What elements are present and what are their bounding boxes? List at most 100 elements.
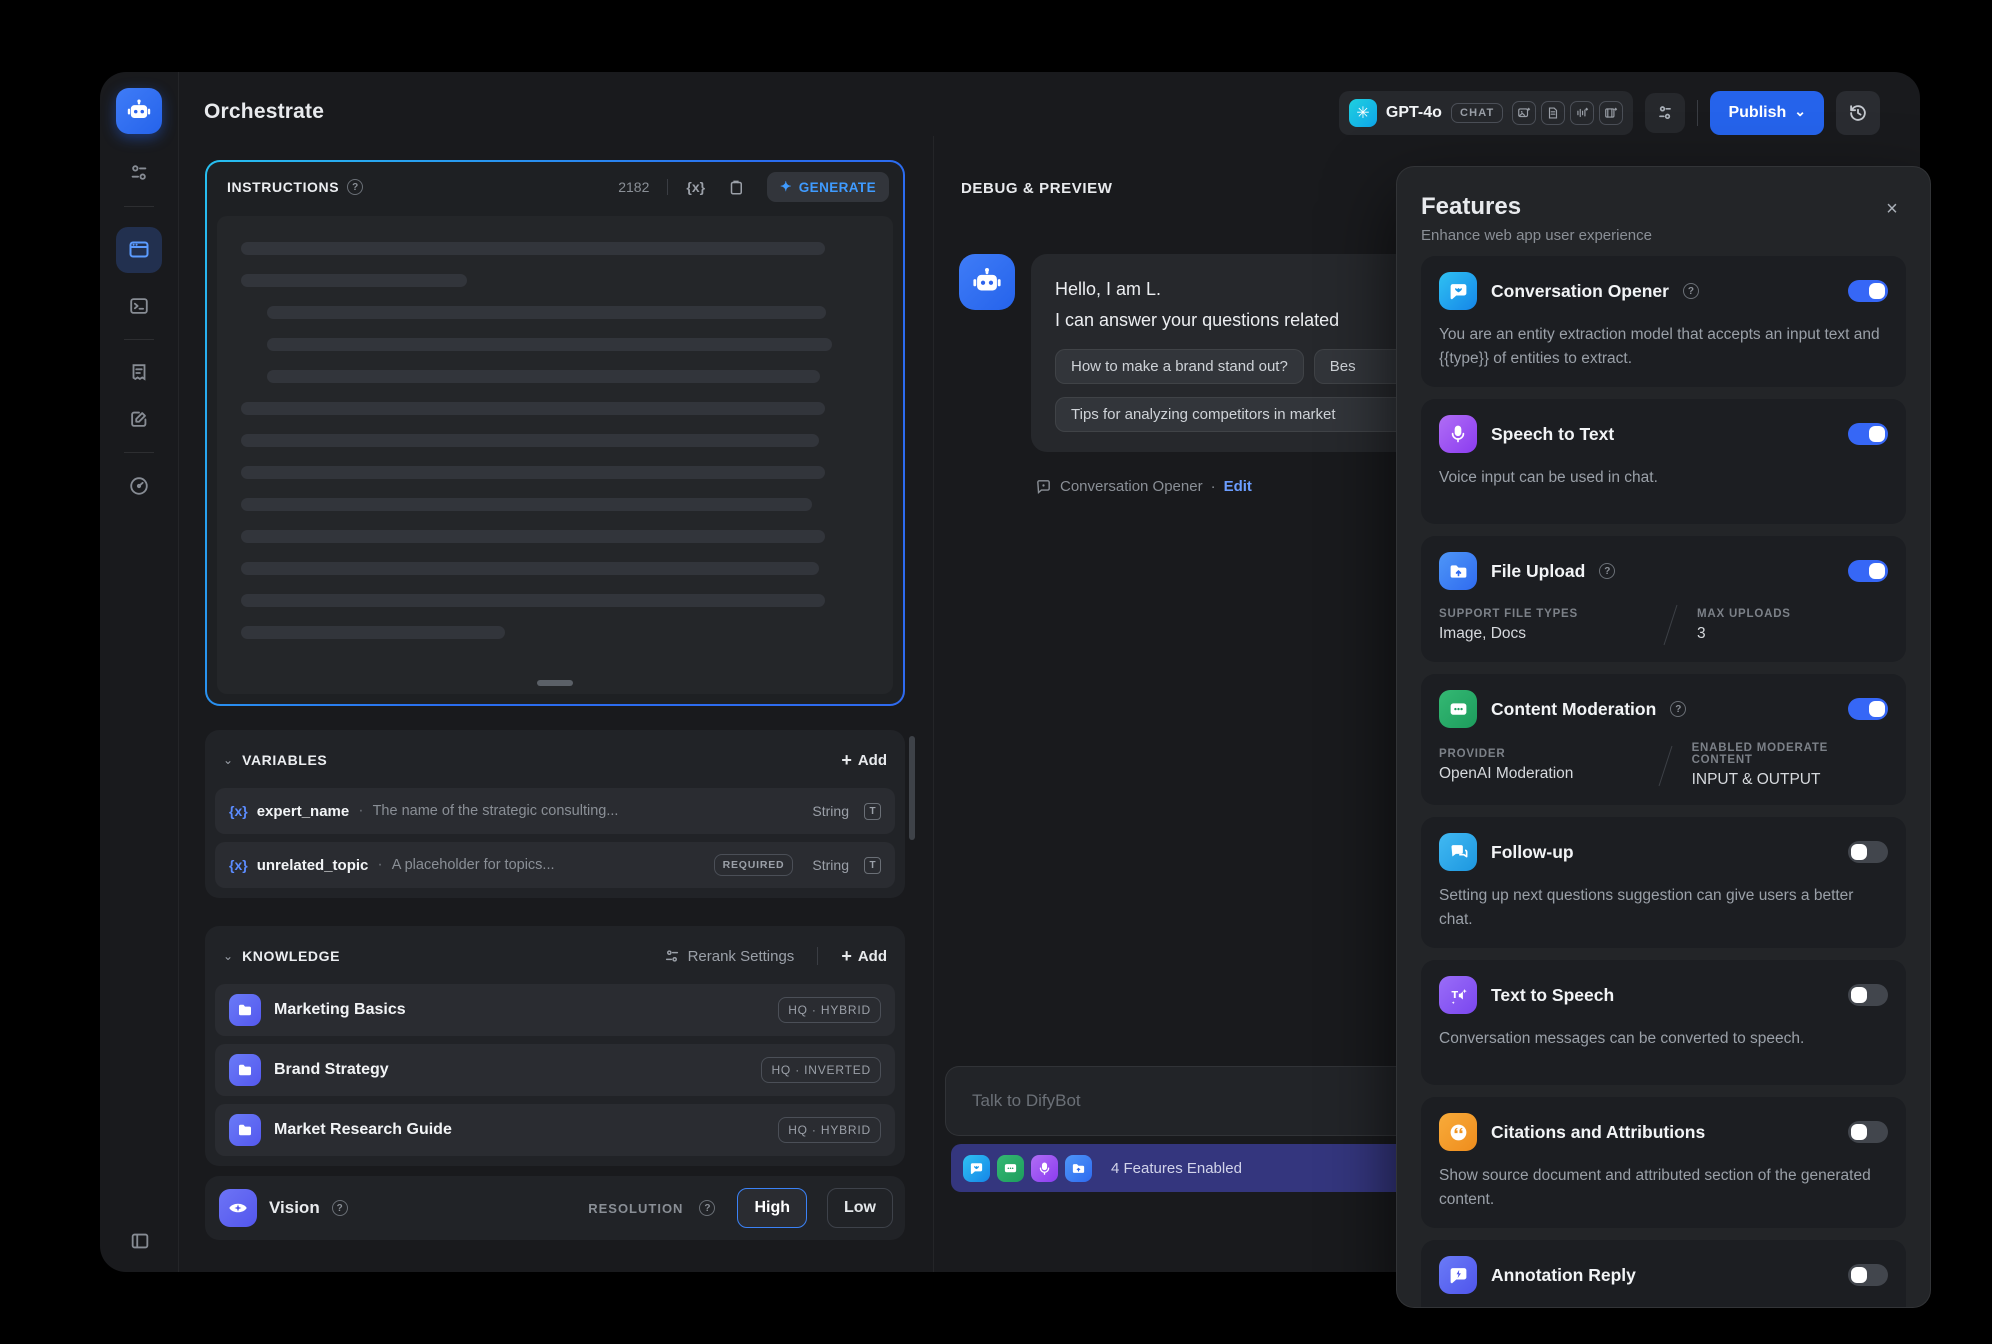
feature-card-content-moderation: Content Moderation ? PROVIDER OpenAI Mod… <box>1421 674 1906 805</box>
skeleton-line <box>241 626 505 639</box>
openai-logo-icon: ✳ <box>1349 99 1377 127</box>
variables-title: VARIABLES <box>242 752 327 768</box>
header-actions: ✳ GPT-4o CHAT Publish ⌄ <box>1339 91 1880 135</box>
resolution-label: RESOLUTION <box>588 1201 683 1216</box>
citations-toggle[interactable] <box>1848 1121 1888 1143</box>
vision-section: Vision ? RESOLUTION ? High Low <box>205 1176 905 1240</box>
feature-title: Annotation Reply <box>1491 1265 1636 1286</box>
help-icon[interactable]: ? <box>1670 701 1686 717</box>
features-title: Features <box>1421 193 1906 221</box>
file-upload-icon <box>1439 552 1477 590</box>
model-parameters-button[interactable] <box>1645 93 1685 133</box>
follow-up-icon <box>1439 833 1477 871</box>
sidebar-item-monitoring[interactable] <box>126 473 152 499</box>
text-to-speech-icon: T <box>1439 976 1477 1014</box>
feature-description: Show source document and attributed sect… <box>1439 1164 1888 1212</box>
resolution-high-button[interactable]: High <box>737 1188 807 1228</box>
model-selector[interactable]: ✳ GPT-4o CHAT <box>1339 91 1634 135</box>
variable-token-icon: {x} <box>229 803 248 819</box>
instructions-panel: INSTRUCTIONS ? 2182 {x} ✦ GENERATE <box>205 160 905 706</box>
sidebar-item-orchestrate[interactable] <box>116 227 162 273</box>
screen: Orchestrate ✳ GPT-4o CHAT Publish ⌄ <box>0 0 1992 1344</box>
features-enabled-label: 4 Features Enabled <box>1111 1160 1242 1177</box>
collapse-sidebar-icon[interactable] <box>100 1230 179 1252</box>
speech-to-text-toggle[interactable] <box>1848 423 1888 445</box>
edit-opener-link[interactable]: Edit <box>1224 478 1252 495</box>
app-avatar[interactable] <box>116 88 162 134</box>
generate-button[interactable]: ✦ GENERATE <box>767 172 889 202</box>
add-variable-button[interactable]: + Add <box>841 750 887 771</box>
vision-capability-icon <box>1512 101 1536 125</box>
help-icon[interactable]: ? <box>347 179 363 195</box>
sidebar-divider <box>124 452 154 453</box>
knowledge-row[interactable]: Market Research Guide HQ · HYBRID <box>215 1104 895 1156</box>
rerank-settings-button[interactable]: Rerank Settings <box>664 948 795 965</box>
skeleton-line <box>241 530 825 543</box>
audio-capability-icon <box>1570 101 1594 125</box>
help-icon[interactable]: ? <box>1599 563 1615 579</box>
help-icon[interactable]: ? <box>1683 283 1699 299</box>
chevron-down-icon[interactable]: ⌄ <box>223 949 233 963</box>
chevron-down-icon[interactable]: ⌄ <box>223 753 233 767</box>
annotation-reply-toggle[interactable] <box>1848 1264 1888 1286</box>
knowledge-section: ⌄ KNOWLEDGE Rerank Settings + Add Ma <box>205 926 905 1166</box>
instructions-editor[interactable] <box>217 216 893 694</box>
content-moderation-toggle[interactable] <box>1848 698 1888 720</box>
bot-avatar <box>959 254 1015 310</box>
meta-label: ENABLED MODERATE CONTENT <box>1692 742 1888 766</box>
version-history-button[interactable] <box>1836 91 1880 135</box>
vision-icon <box>219 1189 257 1227</box>
divider <box>817 947 818 965</box>
sparkle-icon: ✦ <box>780 179 792 195</box>
robot-icon <box>970 265 1004 299</box>
model-capabilities <box>1512 101 1623 125</box>
dataset-icon <box>229 994 261 1026</box>
add-knowledge-button[interactable]: + Add <box>841 946 887 967</box>
help-icon[interactable]: ? <box>699 1200 715 1216</box>
publish-button[interactable]: Publish ⌄ <box>1710 91 1824 135</box>
conversation-opener-icon <box>1439 272 1477 310</box>
feature-card-file-upload: File Upload ? SUPPORT FILE TYPES Image, … <box>1421 536 1906 662</box>
copy-icon[interactable] <box>727 178 745 196</box>
retrieval-badge: HQ · HYBRID <box>778 1117 881 1143</box>
file-upload-toggle[interactable] <box>1848 560 1888 582</box>
plus-icon: + <box>841 946 852 967</box>
sidebar-item-logs[interactable] <box>126 360 152 386</box>
suggested-question-chip[interactable]: How to make a brand stand out? <box>1055 349 1304 384</box>
annotation-reply-icon <box>1439 1256 1477 1294</box>
feature-card-annotation-reply: Annotation Reply <box>1421 1240 1906 1308</box>
model-name: GPT-4o <box>1386 104 1442 122</box>
orchestrate-settings-icon[interactable] <box>126 160 152 186</box>
help-icon[interactable]: ? <box>332 1200 348 1216</box>
resolution-low-button[interactable]: Low <box>827 1188 893 1228</box>
feature-card-speech-to-text: Speech to Text Voice input can be used i… <box>1421 399 1906 524</box>
close-icon[interactable]: × <box>1880 197 1904 221</box>
dot-separator: · <box>377 856 382 874</box>
feature-title: Follow-up <box>1491 842 1574 863</box>
conversation-opener-icon <box>963 1155 990 1182</box>
skeleton-line <box>241 242 825 255</box>
variable-row[interactable]: {x} expert_name · The name of the strate… <box>215 788 895 834</box>
config-scrollbar[interactable] <box>909 736 915 840</box>
variable-type: String <box>812 857 849 873</box>
knowledge-row[interactable]: Brand Strategy HQ · INVERTED <box>215 1044 895 1096</box>
meta-label: SUPPORT FILE TYPES <box>1439 608 1644 620</box>
retrieval-badge: HQ · HYBRID <box>778 997 881 1023</box>
conversation-opener-toggle[interactable] <box>1848 280 1888 302</box>
feature-description <box>1439 1307 1888 1308</box>
sidebar-item-api[interactable] <box>126 293 152 319</box>
variable-row[interactable]: {x} unrelated_topic · A placeholder for … <box>215 842 895 888</box>
follow-up-toggle[interactable] <box>1848 841 1888 863</box>
resize-handle[interactable] <box>537 680 573 686</box>
knowledge-name: Market Research Guide <box>274 1121 452 1139</box>
opener-attribution: Conversation Opener · Edit <box>1035 478 1252 495</box>
insert-variable-button[interactable]: {x} <box>686 179 705 195</box>
text-to-speech-toggle[interactable] <box>1848 984 1888 1006</box>
knowledge-row[interactable]: Marketing Basics HQ · HYBRID <box>215 984 895 1036</box>
model-mode-badge: CHAT <box>1451 103 1504 123</box>
knowledge-title: KNOWLEDGE <box>242 948 340 964</box>
sidebar-item-annotations[interactable] <box>126 406 152 432</box>
feature-card-conversation-opener: Conversation Opener ? You are an entity … <box>1421 256 1906 387</box>
publish-label: Publish <box>1728 104 1786 122</box>
page-title: Orchestrate <box>204 100 324 124</box>
